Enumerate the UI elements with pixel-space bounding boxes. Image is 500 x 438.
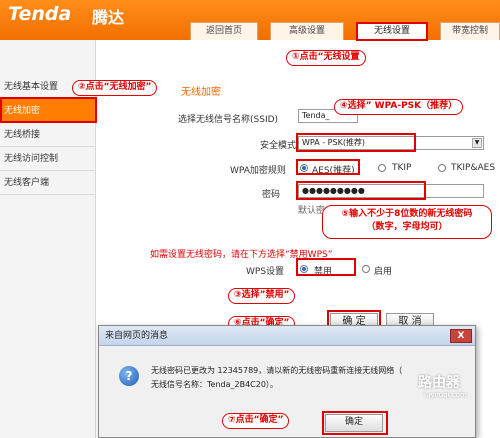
sidebar-item-clients[interactable]: 无线客户端 xyxy=(0,171,96,195)
annotation-step7: ⑦点击“确定” xyxy=(222,413,290,429)
highlight-wps-disable xyxy=(296,258,356,276)
dialog-message-line2: 无线信号名称：Tenda_2B4C20）。 xyxy=(151,380,278,389)
annotation-step5: ⑤输入不少于8位数的新无线密码 （数字，字母均可） xyxy=(322,205,492,239)
highlight-encryption-item xyxy=(0,97,97,123)
section-title: 无线加密 xyxy=(181,87,221,98)
security-mode-label: 安全模式 xyxy=(260,141,297,151)
ssid-label: 选择无线信号名称(SSID) xyxy=(178,115,279,125)
highlight-security-mode xyxy=(296,133,416,152)
watermark-title: 路由器 xyxy=(418,375,460,391)
radio-tkip-aes[interactable] xyxy=(438,164,446,172)
tenda-logo-cn: 腾达 xyxy=(92,8,125,27)
dialog-message-line1: 无线密码已更改为 12345789，请以新的无线密码重新连接无线网络（ xyxy=(151,366,403,375)
password-label: 密码 xyxy=(262,190,281,200)
tab-advanced[interactable]: 高级设置 xyxy=(270,22,344,40)
radio-wps-enable[interactable] xyxy=(362,265,370,273)
tkip-label: TKIP xyxy=(392,163,412,173)
wpa-rule-label: WPA加密规则 xyxy=(230,166,286,176)
annotation-step3: ③选择”禁用” xyxy=(228,288,296,304)
wps-label: WPS设置 xyxy=(246,267,285,277)
annotation-step5-line2: （数字，字母均可） xyxy=(366,222,448,232)
chevron-down-icon[interactable]: ▼ xyxy=(472,138,482,148)
sidebar-item-bridge[interactable]: 无线桥接 xyxy=(0,123,96,147)
annotation-step1: ①点击“无线设置 xyxy=(286,50,366,66)
question-icon: ? xyxy=(119,366,139,386)
highlight-dialog-ok xyxy=(322,411,388,435)
tab-bandwidth[interactable]: 带宽控制 xyxy=(440,22,500,40)
tenda-logo: Tenda xyxy=(8,3,72,25)
sidebar-item-access-control[interactable]: 无线访问控制 xyxy=(0,147,96,171)
radio-tkip[interactable] xyxy=(378,164,386,172)
tkip-aes-label: TKIP&AES xyxy=(451,163,496,173)
watermark-site: luyouqi.com xyxy=(424,391,467,399)
dialog-title: 来自网页的消息 xyxy=(99,326,475,346)
annotation-step4: ④选择” WPA-PSK（推荐） xyxy=(334,99,464,115)
close-icon[interactable]: X xyxy=(450,329,472,343)
annotation-step2: ②点击“无线加密” xyxy=(72,80,158,96)
password-hint: 默认密 xyxy=(298,206,326,216)
annotation-step5-line1: ⑤输入不少于8位数的新无线密码 xyxy=(341,209,473,219)
highlight-wireless-tab xyxy=(356,22,428,41)
tab-home[interactable]: 返回首页 xyxy=(190,22,258,40)
highlight-password xyxy=(296,181,426,200)
wps-enable-label: 启用 xyxy=(374,267,393,277)
highlight-aes xyxy=(296,159,360,175)
